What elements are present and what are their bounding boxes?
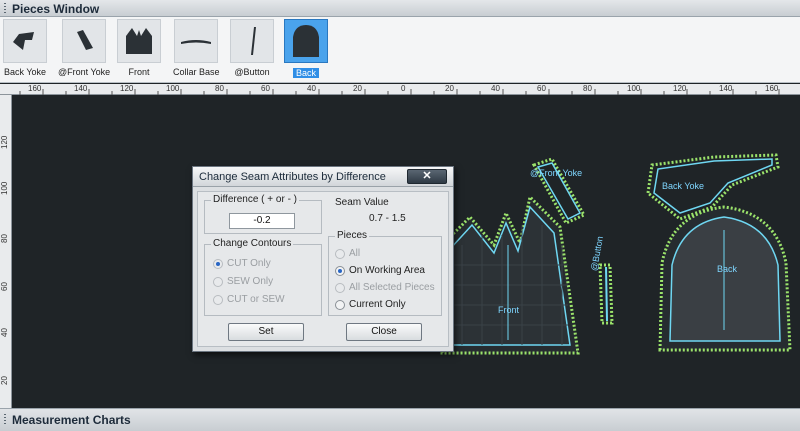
ruler-tick: 100	[166, 84, 180, 93]
piece-tag-back-yoke: Back Yoke	[662, 181, 705, 191]
ruler-tick: 140	[719, 84, 733, 93]
dialog-close-button[interactable]: ✕	[407, 169, 447, 184]
back-yoke-icon	[3, 19, 47, 63]
seam-value: 0.7 - 1.5	[369, 213, 406, 224]
piece-thumb-front-yoke[interactable]: @Front Yoke	[58, 19, 110, 77]
difference-group: Difference ( + or - ) -0.2	[204, 194, 322, 234]
ruler-tick: 40	[307, 84, 316, 93]
seam-value-label: Seam Value	[335, 197, 389, 208]
radio-cut-only[interactable]	[213, 259, 223, 269]
piece-thumb-back[interactable]: Back	[284, 19, 328, 81]
ruler-tick: 120	[120, 84, 134, 93]
ruler-tick: 160	[765, 84, 779, 93]
ruler-tick: 120	[0, 135, 9, 149]
radio-label: CUT Only	[227, 258, 271, 269]
piece-tag-back: Back	[717, 264, 738, 274]
ruler-tick: 40	[491, 84, 500, 93]
ruler-tick: 40	[0, 328, 9, 337]
ruler-tick: 20	[445, 84, 454, 93]
piece-tag-front-yoke: @Front Yoke	[530, 168, 583, 178]
piece-label: Front	[128, 67, 150, 77]
ruler-tick: 60	[0, 282, 9, 291]
difference-group-label: Difference ( + or - )	[211, 194, 300, 205]
piece-label: Collar Base	[173, 67, 220, 77]
piece-thumb-back-yoke[interactable]: Back Yoke	[3, 19, 47, 77]
ruler-tick: 20	[353, 84, 362, 93]
front-piece[interactable]	[440, 193, 580, 355]
close-button[interactable]: Close	[346, 323, 422, 341]
piece-label: @Button	[234, 67, 270, 77]
ruler-tick: 20	[0, 376, 9, 385]
back-piece[interactable]	[658, 205, 792, 352]
pieces-strip: Back Yoke @Front Yoke Front Collar Base …	[0, 17, 800, 83]
button-icon	[230, 19, 274, 63]
pieces-group-label: Pieces	[335, 230, 370, 241]
measurement-charts-title[interactable]: Measurement Charts	[0, 408, 800, 431]
change-seam-dialog: Change Seam Attributes by Difference ✕ D…	[192, 166, 454, 352]
radio-all-selected-pieces[interactable]	[335, 283, 345, 293]
radio-current-only[interactable]	[335, 300, 345, 310]
piece-thumb-button[interactable]: @Button	[230, 19, 274, 77]
ruler-tick: 80	[0, 234, 9, 243]
pieces-window-title: Pieces Window	[0, 0, 800, 17]
piece-label: @Front Yoke	[58, 67, 111, 77]
radio-label: Current Only	[349, 299, 406, 310]
set-button[interactable]: Set	[228, 323, 304, 341]
contours-group-label: Change Contours	[211, 238, 294, 249]
ruler-tick: 80	[215, 84, 224, 93]
front-yoke-icon	[62, 19, 107, 63]
radio-label: On Working Area	[349, 265, 425, 276]
ruler-tick: 0	[401, 84, 406, 93]
piece-thumb-front[interactable]: Front	[117, 19, 161, 77]
radio-label: SEW Only	[227, 276, 274, 287]
ruler-tick: 80	[583, 84, 592, 93]
radio-all[interactable]	[335, 249, 345, 259]
piece-thumb-collar-base[interactable]: Collar Base	[173, 19, 220, 77]
piece-label: Back Yoke	[3, 67, 47, 77]
ruler-tick: 100	[627, 84, 641, 93]
horizontal-ruler: 160 140 120 100 80 60 40 20 0 20 40 60 8…	[0, 84, 800, 95]
ruler-tick: 160	[28, 84, 42, 93]
piece-label: Back	[292, 68, 319, 78]
ruler-tick: 60	[261, 84, 270, 93]
radio-label: All	[349, 248, 361, 259]
ruler-tick: 140	[74, 84, 88, 93]
app-root: Pieces Window Back Yoke @Front Yoke Fron…	[0, 0, 800, 431]
ruler-tick: 120	[673, 84, 687, 93]
difference-input[interactable]: -0.2	[229, 213, 295, 229]
vertical-ruler: 120 100 80 60 40 20	[0, 95, 12, 408]
dialog-title-bar[interactable]: Change Seam Attributes by Difference ✕	[193, 167, 453, 187]
button-piece[interactable]	[598, 263, 614, 325]
radio-cut-or-sew[interactable]	[213, 295, 223, 305]
ruler-tick: 60	[537, 84, 546, 93]
back-icon	[284, 19, 328, 63]
pieces-group: Pieces All On Working Area All Selected …	[328, 230, 442, 316]
contours-group: Change Contours CUT Only SEW Only CUT or…	[204, 238, 322, 316]
radio-label: CUT or SEW	[227, 294, 285, 305]
dialog-title: Change Seam Attributes by Difference	[199, 171, 386, 183]
ruler-tick: 100	[0, 181, 9, 195]
front-icon	[117, 19, 161, 63]
piece-tag-front: Front	[498, 305, 520, 315]
radio-sew-only[interactable]	[213, 277, 223, 287]
collar-base-icon	[174, 19, 219, 63]
radio-on-working-area[interactable]	[335, 266, 345, 276]
dialog-body: Difference ( + or - ) -0.2 Seam Value 0.…	[197, 191, 449, 347]
close-icon: ✕	[422, 170, 432, 182]
seam-value-group: Seam Value 0.7 - 1.5	[328, 197, 442, 234]
radio-label: All Selected Pieces	[349, 282, 435, 293]
